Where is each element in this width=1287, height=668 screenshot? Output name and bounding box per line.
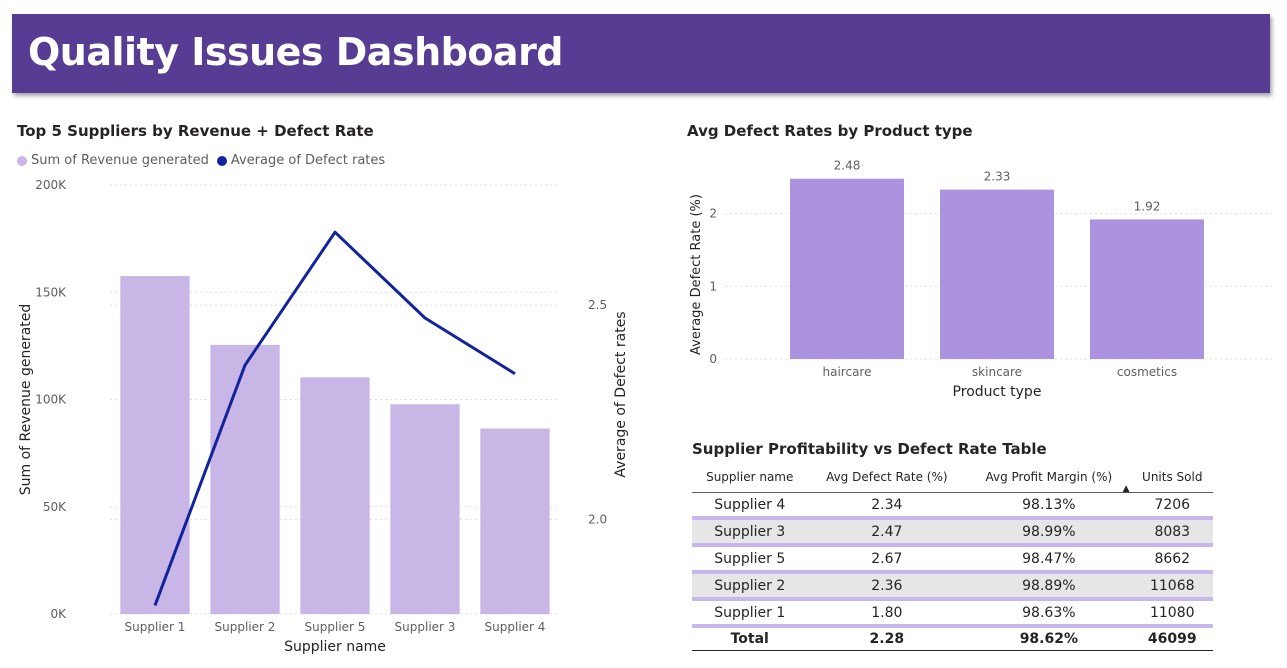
column-header-label: Avg Profit Margin (%): [985, 470, 1113, 484]
table-title: Supplier Profitability vs Defect Rate Ta…: [692, 440, 1047, 458]
table-cell: 98.47%: [966, 545, 1132, 574]
bar: [1090, 219, 1204, 359]
column-header-avg-defect-rate[interactable]: Avg Defect Rate (%): [807, 462, 967, 493]
x-tick-label: Supplier 3: [395, 620, 456, 634]
legend-label-defect-rate: Average of Defect rates: [230, 153, 386, 168]
combo-chart[interactable]: 0K 50K 100K 150K 200K 2.0 2.5 Supplier 1 Supplie…: [0, 170, 650, 665]
table-cell: 8083: [1131, 518, 1213, 547]
column-header-units-sold[interactable]: Units Sold: [1131, 462, 1213, 493]
table-cell: 98.13%: [966, 492, 1132, 520]
legend-label-revenue: Sum of Revenue generated: [31, 153, 209, 168]
table-cell: 2.34: [807, 492, 967, 520]
product-chart[interactable]: 0 1 2 2.48 haircare 2.33 skincare 1.92 cosmetics…: [680, 150, 1280, 405]
legend-item-revenue[interactable]: Sum of Revenue generated: [17, 153, 209, 168]
x-tick-label: Supplier 4: [485, 620, 546, 634]
y2-tick-label: 2.5: [588, 298, 607, 312]
table-cell: Supplier 5: [692, 545, 808, 574]
table-row[interactable]: Supplier 4 2.34 98.13% 7206: [692, 492, 1213, 520]
bar: [210, 344, 280, 614]
combo-chart-legend[interactable]: Sum of Revenue generated Average of Defe…: [17, 153, 385, 168]
y-tick-label: 0K: [50, 607, 67, 621]
table-total-row: Total 2.28 98.62% 46099: [692, 625, 1213, 651]
bar: [120, 276, 190, 614]
y-tick-label: 150K: [35, 285, 67, 299]
table-row[interactable]: Supplier 2 2.36 98.89% 11068: [692, 572, 1213, 601]
table-cell: 98.63%: [966, 599, 1132, 628]
table-total-cell: Total: [692, 625, 808, 651]
table-cell: Supplier 2: [692, 572, 808, 601]
product-chart-title: Avg Defect Rates by Product type: [687, 122, 973, 140]
data-label: 1.92: [1134, 199, 1161, 213]
bar: [940, 189, 1054, 359]
y-axis-title: Average Defect Rate (%): [689, 194, 704, 355]
data-label: 2.48: [834, 159, 861, 173]
table-cell: 8662: [1131, 545, 1213, 574]
x-axis-title: Product type: [953, 384, 1042, 400]
column-header-avg-profit-margin[interactable]: Avg Profit Margin (%) ▲: [966, 462, 1132, 494]
y-tick-label: 50K: [43, 500, 67, 514]
table-total-cell: 2.28: [807, 625, 967, 651]
table-cell: Supplier 4: [692, 492, 808, 520]
x-tick-label: Supplier 2: [215, 620, 276, 634]
table-cell: 2.47: [807, 518, 967, 547]
y-tick-label: 1: [709, 279, 717, 293]
table-total-cell: 46099: [1131, 625, 1213, 651]
table-cell: 98.89%: [966, 572, 1132, 601]
x-tick-label: Supplier 5: [305, 620, 366, 634]
y-tick-label: 0: [709, 352, 717, 366]
x-tick-label: skincare: [972, 365, 1022, 379]
table-row[interactable]: Supplier 5 2.67 98.47% 8662: [692, 545, 1213, 574]
table-cell: 11068: [1131, 572, 1213, 601]
table-cell: 2.67: [807, 545, 967, 574]
y-tick-label: 100K: [35, 393, 67, 407]
table-cell: 7206: [1131, 492, 1213, 520]
table-row[interactable]: Supplier 1 1.80 98.63% 11080: [692, 599, 1213, 628]
bar: [300, 377, 370, 614]
y2-axis-title: Average of Defect rates: [613, 311, 629, 477]
legend-dot-icon: [216, 155, 227, 166]
bar: [480, 428, 550, 614]
table-cell: Supplier 3: [692, 518, 808, 547]
x-tick-label: Supplier 1: [125, 620, 186, 634]
y-tick-label: 200K: [35, 178, 67, 192]
table-cell: 1.80: [807, 599, 967, 628]
supplier-table[interactable]: Supplier name Avg Defect Rate (%) Avg Pr…: [692, 462, 1213, 651]
legend-dot-icon: [17, 155, 27, 166]
bar: [390, 404, 460, 614]
x-axis-title: Supplier name: [284, 639, 386, 655]
x-tick-label: haircare: [823, 365, 872, 379]
y-axis-title: Sum of Revenue generated: [18, 304, 34, 496]
table-cell: 11080: [1131, 599, 1213, 628]
table-header-row: Supplier name Avg Defect Rate (%) Avg Pr…: [692, 462, 1213, 494]
data-label: 2.33: [984, 170, 1011, 184]
table-row[interactable]: Supplier 3 2.47 98.99% 8083: [692, 518, 1213, 547]
table-cell: 98.99%: [966, 518, 1132, 547]
table-total-cell: 98.62%: [966, 625, 1132, 651]
table-cell: Supplier 1: [692, 599, 808, 628]
combo-chart-title: Top 5 Suppliers by Revenue + Defect Rate: [17, 122, 374, 140]
y-tick-label: 2: [709, 207, 717, 221]
column-header-supplier-name[interactable]: Supplier name: [692, 462, 808, 493]
bar: [790, 178, 904, 359]
x-tick-label: cosmetics: [1117, 365, 1177, 379]
sort-ascending-icon[interactable]: ▲: [1123, 484, 1130, 494]
legend-item-defect-rate[interactable]: Average of Defect rates: [216, 153, 386, 168]
y2-tick-label: 2.0: [588, 513, 607, 527]
header-banner: Quality Issues Dashboard: [12, 14, 1270, 93]
table-cell: 2.36: [807, 572, 967, 601]
page-title: Quality Issues Dashboard: [28, 30, 564, 74]
